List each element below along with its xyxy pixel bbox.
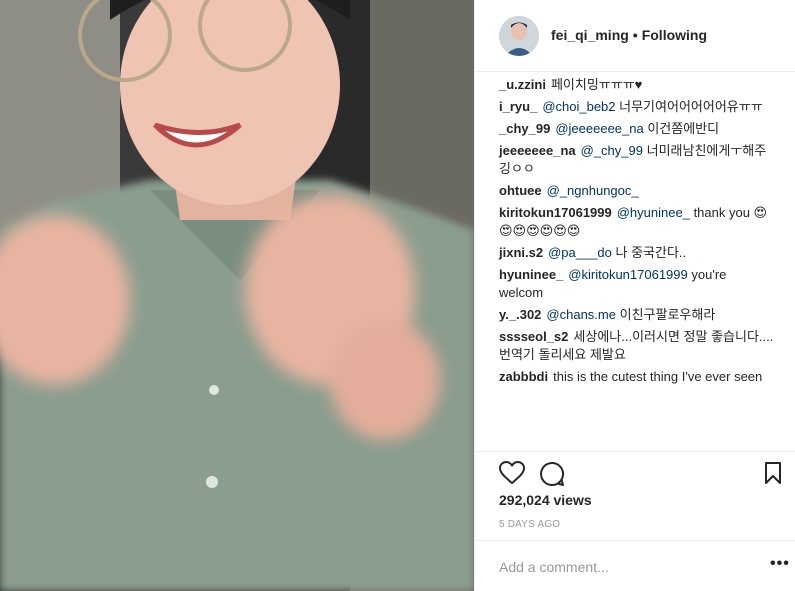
more-options-icon[interactable]: ••• (770, 555, 790, 573)
comment-username[interactable]: _u.zzini (499, 77, 546, 92)
heart-icon[interactable] (499, 461, 525, 490)
comment-item: i_ryu_ @choi_beb2 너무기여어어어어어유ㅠㅠ (499, 98, 774, 116)
separator-dot: • (632, 27, 638, 43)
comment-username[interactable]: i_ryu_ (499, 99, 537, 114)
comment-text: 페이치밍ㅠㅠㅠ♥ (550, 77, 643, 92)
comment-item: y._.302 @chans.me 이친구팔로우해라 (499, 306, 774, 324)
comment-item: sssseol_s2 세상에나...이러시면 정말 좋습니다....번역기 돌리세… (499, 328, 774, 364)
comment-mention[interactable]: @pa___do (548, 245, 612, 260)
comment-mention[interactable]: @_chy_99 (581, 143, 643, 158)
video-frame (0, 0, 474, 591)
comment-item: _chy_99 @jeeeeeee_na 이건쫌에반디 (499, 120, 774, 138)
comment-mention[interactable]: @hyuninee_ (617, 205, 690, 220)
post-header: fei_qi_ming • Following (475, 0, 795, 72)
comment-item: jeeeeeee_na @_chy_99 너미래남친에게ㅜ해주깅ㅇㅇ (499, 142, 774, 178)
comment-mention[interactable]: @jeeeeeee_na (555, 121, 643, 136)
comment-username[interactable]: hyuninee_ (499, 267, 563, 282)
comment-username[interactable]: jixni.s2 (499, 245, 543, 260)
comment-item: kiritokun17061999 @hyuninee_ thank you 😍😍… (499, 204, 774, 240)
comment-mention[interactable]: @kiritokun17061999 (568, 267, 687, 282)
comment-text: 이친구팔로우해라 (619, 307, 716, 322)
comment-text: 너무기여어어어어어유ㅠㅠ (619, 99, 763, 114)
view-count[interactable]: 292,024 views (499, 492, 592, 508)
comment-input[interactable] (497, 556, 751, 578)
header-text: fei_qi_ming • Following (551, 27, 707, 43)
post-timestamp[interactable]: 5 DAYS AGO (499, 519, 560, 530)
comment-item: zabbbdi this is the cutest thing I've eve… (499, 368, 774, 386)
comment-mention[interactable]: @_ngnhungoc_ (547, 183, 639, 198)
avatar-image (499, 16, 539, 56)
comment-username[interactable]: ohtuee (499, 183, 542, 198)
comment-composer: ••• (475, 540, 795, 591)
comment-text: 이건쫌에반디 (647, 121, 720, 136)
username-link[interactable]: fei_qi_ming (551, 27, 629, 43)
avatar[interactable] (499, 16, 539, 56)
comment-list: _u.zzini 페이치밍ㅠㅠㅠ♥ i_ryu_ @choi_beb2 너무기여어어어… (499, 76, 774, 390)
comment-mention[interactable]: @chans.me (546, 307, 616, 322)
comment-username[interactable]: y._.302 (499, 307, 541, 322)
comment-item: hyuninee_ @kiritokun17061999 you're welco… (499, 266, 774, 302)
comment-text: 나 중국간다.. (615, 245, 687, 260)
comment-item: jixni.s2 @pa___do 나 중국간다.. (499, 244, 774, 262)
following-button[interactable]: Following (642, 27, 707, 43)
comment-username[interactable]: zabbbdi (499, 369, 548, 384)
post-video[interactable] (0, 0, 474, 591)
comment-mention[interactable]: @choi_beb2 (542, 99, 615, 114)
comment-username[interactable]: _chy_99 (499, 121, 550, 136)
comment-item: ohtuee @_ngnhungoc_ (499, 182, 774, 200)
comment-username[interactable]: sssseol_s2 (499, 329, 568, 344)
action-bar (475, 451, 795, 495)
comment-bubble-icon[interactable] (539, 461, 565, 492)
comment-username[interactable]: kiritokun17061999 (499, 205, 612, 220)
bookmark-icon[interactable] (764, 461, 782, 490)
post-detail-panel: fei_qi_ming • Following _u.zzini 페이치밍ㅠㅠㅠ♥ i_… (474, 0, 795, 591)
comment-username[interactable]: jeeeeeee_na (499, 143, 576, 158)
comment-item: _u.zzini 페이치밍ㅠㅠㅠ♥ (499, 76, 774, 94)
comment-text: this is the cutest thing I've ever seen (553, 369, 763, 384)
